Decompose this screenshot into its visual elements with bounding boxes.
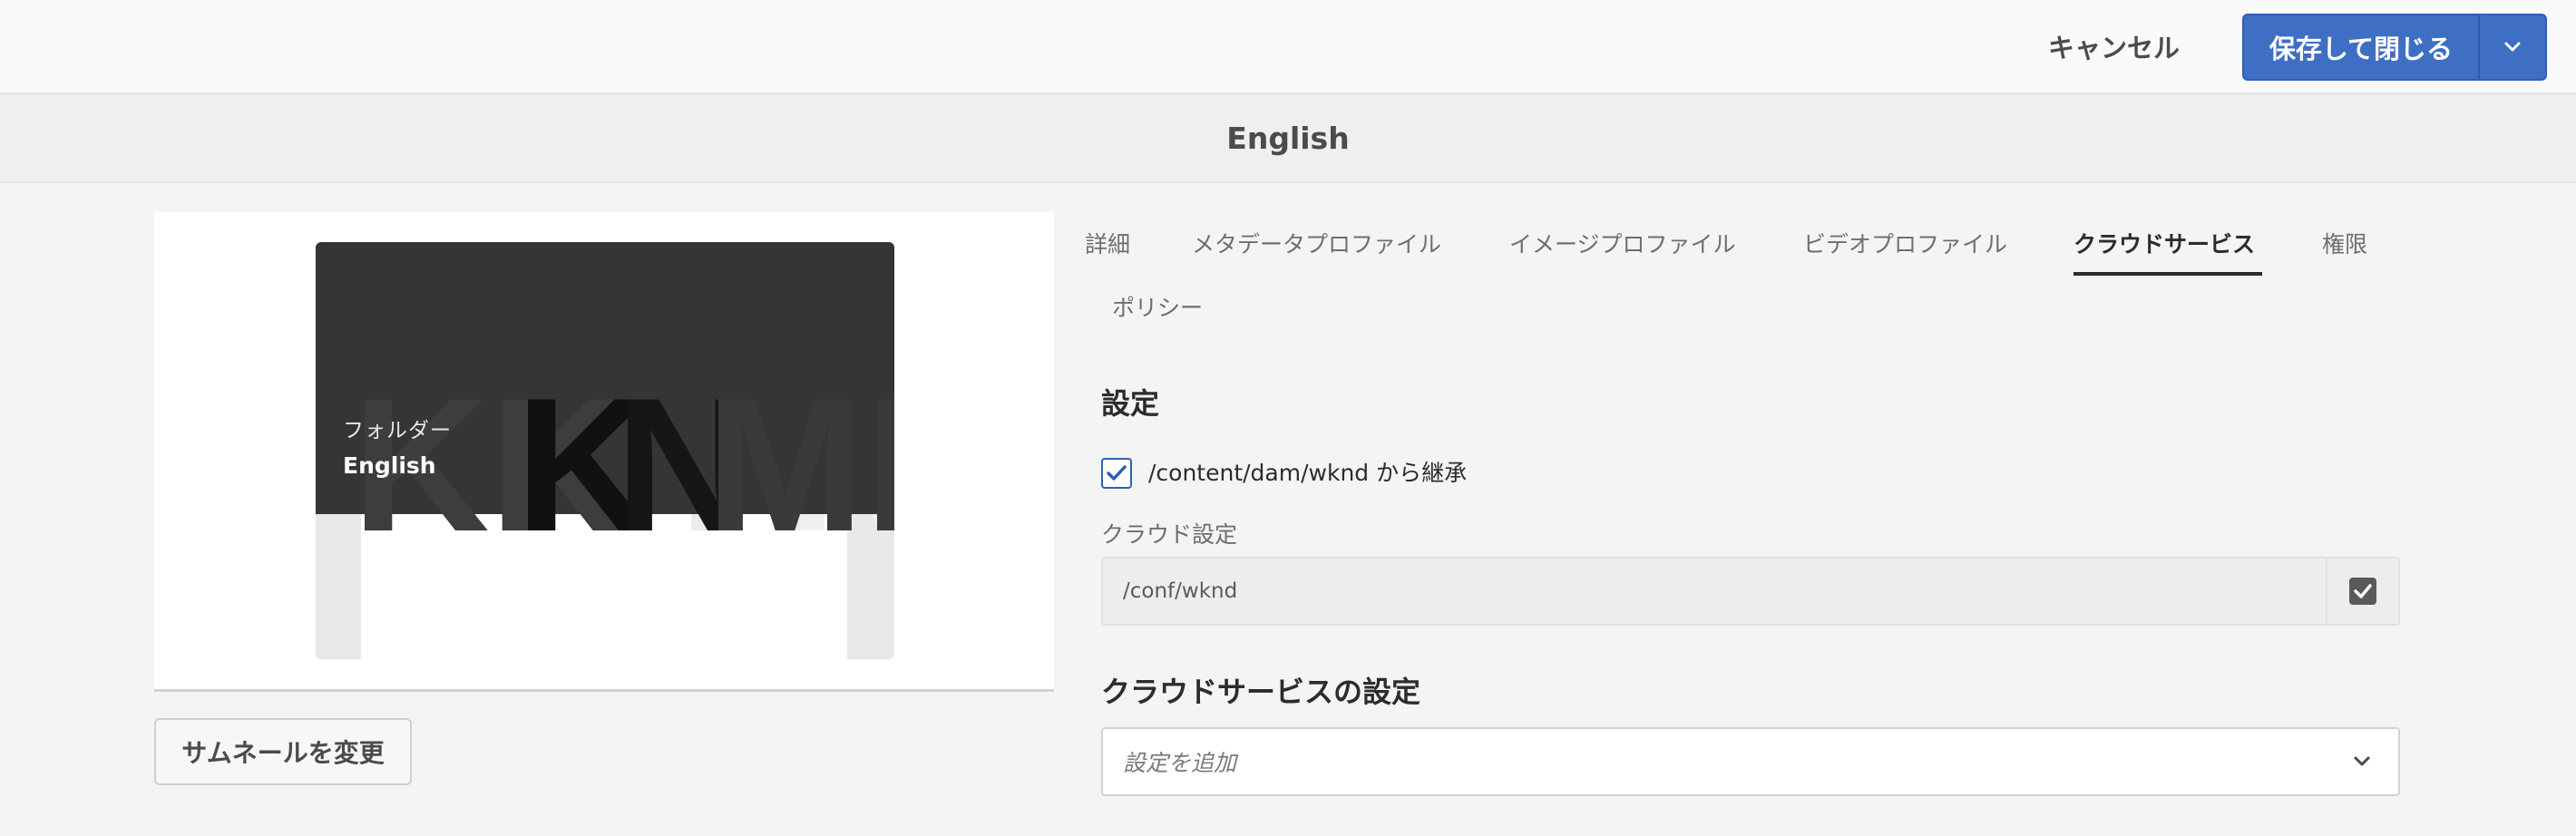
add-config-placeholder: 設定を追加 — [1123, 750, 1237, 776]
checkbox-checked-icon — [2349, 578, 2376, 605]
action-bar: キャンセル 保存して閉じる — [0, 0, 2576, 94]
chevron-down-icon — [2353, 729, 2371, 794]
active-tab-indicator — [2073, 272, 2262, 276]
cloud-config-label: クラウド設定 — [1101, 521, 1238, 548]
save-options-dropdown-button[interactable] — [2480, 15, 2545, 79]
save-button-group: 保存して閉じる — [2242, 14, 2547, 81]
thumbnail-caption: フォルダー English — [343, 413, 452, 479]
tab-cloud-services[interactable]: クラウドサービス — [2073, 227, 2255, 259]
tab-metadata-profile[interactable]: メタデータプロファイル — [1192, 227, 1441, 259]
inherit-checkbox[interactable] — [1101, 458, 1132, 489]
tab-image-profile[interactable]: イメージプロファイル — [1509, 227, 1736, 259]
cloud-config-field[interactable]: /conf/wknd — [1101, 557, 2400, 626]
svg-text:MI: MI — [706, 358, 894, 571]
tab-details[interactable]: 詳細 — [1085, 227, 1130, 259]
checkmark-icon — [1107, 465, 1127, 481]
folder-name-label: English — [343, 452, 436, 479]
change-thumbnail-button[interactable]: サムネールを変更 — [154, 718, 412, 785]
tab-policies[interactable]: ポリシー — [1112, 290, 1203, 323]
cloud-config-picker-button[interactable] — [2326, 559, 2398, 624]
tab-permissions[interactable]: 権限 — [2322, 227, 2367, 259]
folder-kind-label: フォルダー — [343, 419, 452, 442]
tab-video-profile[interactable]: ビデオプロファイル — [1803, 227, 2007, 259]
cloud-config-value: /conf/wknd — [1123, 579, 1238, 603]
settings-heading: 設定 — [1101, 386, 1160, 421]
folder-preview-card: KK K N KK K N MI フォルダー English — [154, 212, 1054, 692]
chevron-down-icon — [2504, 42, 2521, 52]
save-and-close-button[interactable]: 保存して閉じる — [2244, 15, 2480, 79]
cancel-button[interactable]: キャンセル — [2035, 22, 2192, 71]
cloud-services-heading: クラウドサービスの設定 — [1101, 675, 1421, 709]
page-title: English — [0, 94, 2576, 183]
folder-thumbnail: KK K N KK K N MI フォルダー English — [316, 242, 894, 659]
inherit-label: /content/dam/wknd から継承 — [1148, 460, 1468, 486]
add-config-dropdown[interactable]: 設定を追加 — [1101, 727, 2400, 796]
